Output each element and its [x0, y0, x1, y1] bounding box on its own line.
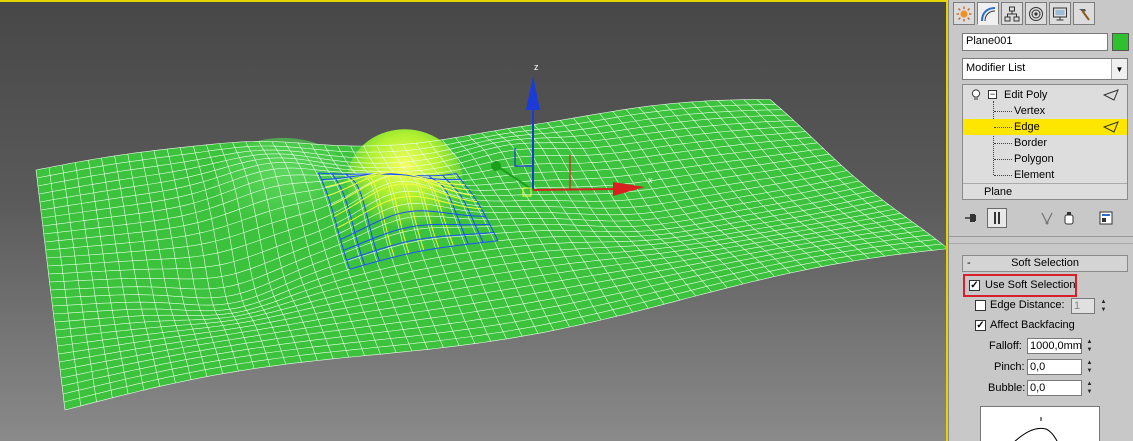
- soft-selection-rollout-header[interactable]: - Soft Selection: [962, 255, 1128, 272]
- subobject-triangle-icon: [1103, 121, 1119, 133]
- spinner-up-icon: ▲: [1086, 360, 1093, 366]
- pinch-label: Pinch:: [994, 361, 1025, 373]
- command-panel-tabs: [953, 2, 1095, 26]
- lightbulb-icon[interactable]: [971, 89, 981, 101]
- motion-tab[interactable]: [1025, 2, 1047, 25]
- hierarchy-tab[interactable]: [1001, 2, 1023, 25]
- object-name-field[interactable]: Plane001: [962, 33, 1108, 51]
- stack-item-label: Element: [1014, 169, 1055, 181]
- stack-item-edit-poly[interactable]: − Edit Poly: [963, 87, 1127, 103]
- tree-branch: [994, 175, 1012, 176]
- tree-branch: [994, 111, 1012, 112]
- bubble-label: Bubble:: [988, 382, 1026, 394]
- panel-divider: [949, 236, 1133, 237]
- pin-stack-icon[interactable]: [961, 208, 981, 228]
- bubble-field[interactable]: 0,0: [1027, 380, 1082, 396]
- plane-mesh[interactable]: [0, 0, 948, 441]
- rollout-title: Soft Selection: [1011, 257, 1079, 269]
- stack-item-label: Polygon: [1014, 153, 1054, 165]
- modifier-list-dropdown[interactable]: Modifier List ▼: [962, 58, 1128, 80]
- stack-item-edge[interactable]: Edge: [963, 119, 1127, 135]
- chevron-down-icon[interactable]: ▼: [1111, 59, 1127, 79]
- collapse-toggle-icon[interactable]: −: [988, 90, 997, 99]
- object-color-swatch[interactable]: [1112, 33, 1129, 51]
- x-axis-label: x: [648, 175, 653, 185]
- hierarchy-icon: [1004, 6, 1020, 21]
- x-axis-line[interactable]: [532, 188, 616, 191]
- edge-distance-field[interactable]: 1: [1071, 298, 1095, 314]
- tree-branch: [994, 127, 1012, 128]
- perspective-viewport[interactable]: z x: [0, 0, 948, 441]
- stack-item-plane[interactable]: Plane: [963, 184, 1127, 200]
- z-axis-label: z: [534, 62, 539, 72]
- hammer-icon: [1079, 8, 1090, 21]
- panel-divider: [949, 243, 1133, 244]
- stack-item-label: Edge: [1014, 121, 1040, 133]
- spinner-up-icon: ▲: [1086, 339, 1093, 345]
- pinch-spinner[interactable]: ▲ ▼: [1085, 359, 1094, 375]
- spinner-up-icon: ▲: [1100, 299, 1107, 305]
- stack-item-label: Plane: [984, 186, 1013, 198]
- modifier-stack[interactable]: − Edit Poly Vertex Edge Border Polygon E…: [962, 84, 1128, 200]
- modify-curve-icon: [981, 6, 996, 21]
- remove-modifier-icon[interactable]: [1059, 208, 1079, 228]
- bubble-spinner[interactable]: ▲ ▼: [1085, 380, 1094, 396]
- mesh-hill-shading: [213, 137, 354, 228]
- utilities-tab[interactable]: [1073, 2, 1095, 25]
- display-tab[interactable]: [1049, 2, 1071, 25]
- stack-item-label: Vertex: [1014, 105, 1046, 117]
- monitor-icon: [1053, 7, 1067, 20]
- modify-tab[interactable]: [977, 2, 999, 25]
- sun-icon: [956, 6, 972, 21]
- spinner-down-icon: ▼: [1086, 368, 1093, 374]
- edge-distance-spinner[interactable]: ▲ ▼: [1099, 298, 1108, 314]
- spinner-down-icon: ▼: [1086, 389, 1093, 395]
- motion-circle-icon: [1029, 6, 1043, 21]
- spinner-down-icon: ▼: [1100, 307, 1107, 313]
- create-tab[interactable]: [953, 2, 975, 25]
- stack-item-vertex[interactable]: Vertex: [963, 103, 1127, 119]
- stack-item-border[interactable]: Border: [963, 135, 1127, 151]
- spinner-down-icon: ▼: [1086, 347, 1093, 353]
- stack-item-label: Edit Poly: [1004, 89, 1048, 101]
- falloff-label: Falloff:: [989, 340, 1022, 352]
- edge-distance-label: Edge Distance:: [990, 299, 1065, 311]
- stack-toolbar: [959, 208, 1129, 228]
- edge-distance-checkbox[interactable]: [975, 300, 986, 311]
- stack-item-label: Border: [1014, 137, 1048, 149]
- stack-item-element[interactable]: Element: [963, 167, 1127, 183]
- affect-backfacing-checkbox[interactable]: ✓: [975, 320, 986, 331]
- collapse-icon: -: [967, 257, 971, 269]
- stack-item-polygon[interactable]: Polygon: [963, 151, 1127, 167]
- falloff-field[interactable]: 1000,0mm: [1027, 338, 1082, 354]
- show-end-result-icon[interactable]: [987, 208, 1007, 228]
- make-unique-icon[interactable]: [1037, 208, 1057, 228]
- y-axis-handle-icon[interactable]: [491, 161, 501, 171]
- highlight-annotation: [963, 274, 1077, 297]
- modifier-list-label: Modifier List: [966, 62, 1026, 74]
- mesh-surface: [36, 99, 948, 411]
- configure-modifier-sets-icon[interactable]: [1096, 208, 1116, 228]
- falloff-curve-preview: [980, 406, 1100, 441]
- tree-branch: [994, 159, 1012, 160]
- falloff-spinner[interactable]: ▲ ▼: [1085, 338, 1094, 354]
- spinner-up-icon: ▲: [1086, 381, 1093, 387]
- tree-branch: [994, 143, 1012, 144]
- subobject-triangle-icon: [1103, 89, 1119, 101]
- affect-backfacing-label: Affect Backfacing: [990, 319, 1075, 331]
- pinch-field[interactable]: 0,0: [1027, 359, 1082, 375]
